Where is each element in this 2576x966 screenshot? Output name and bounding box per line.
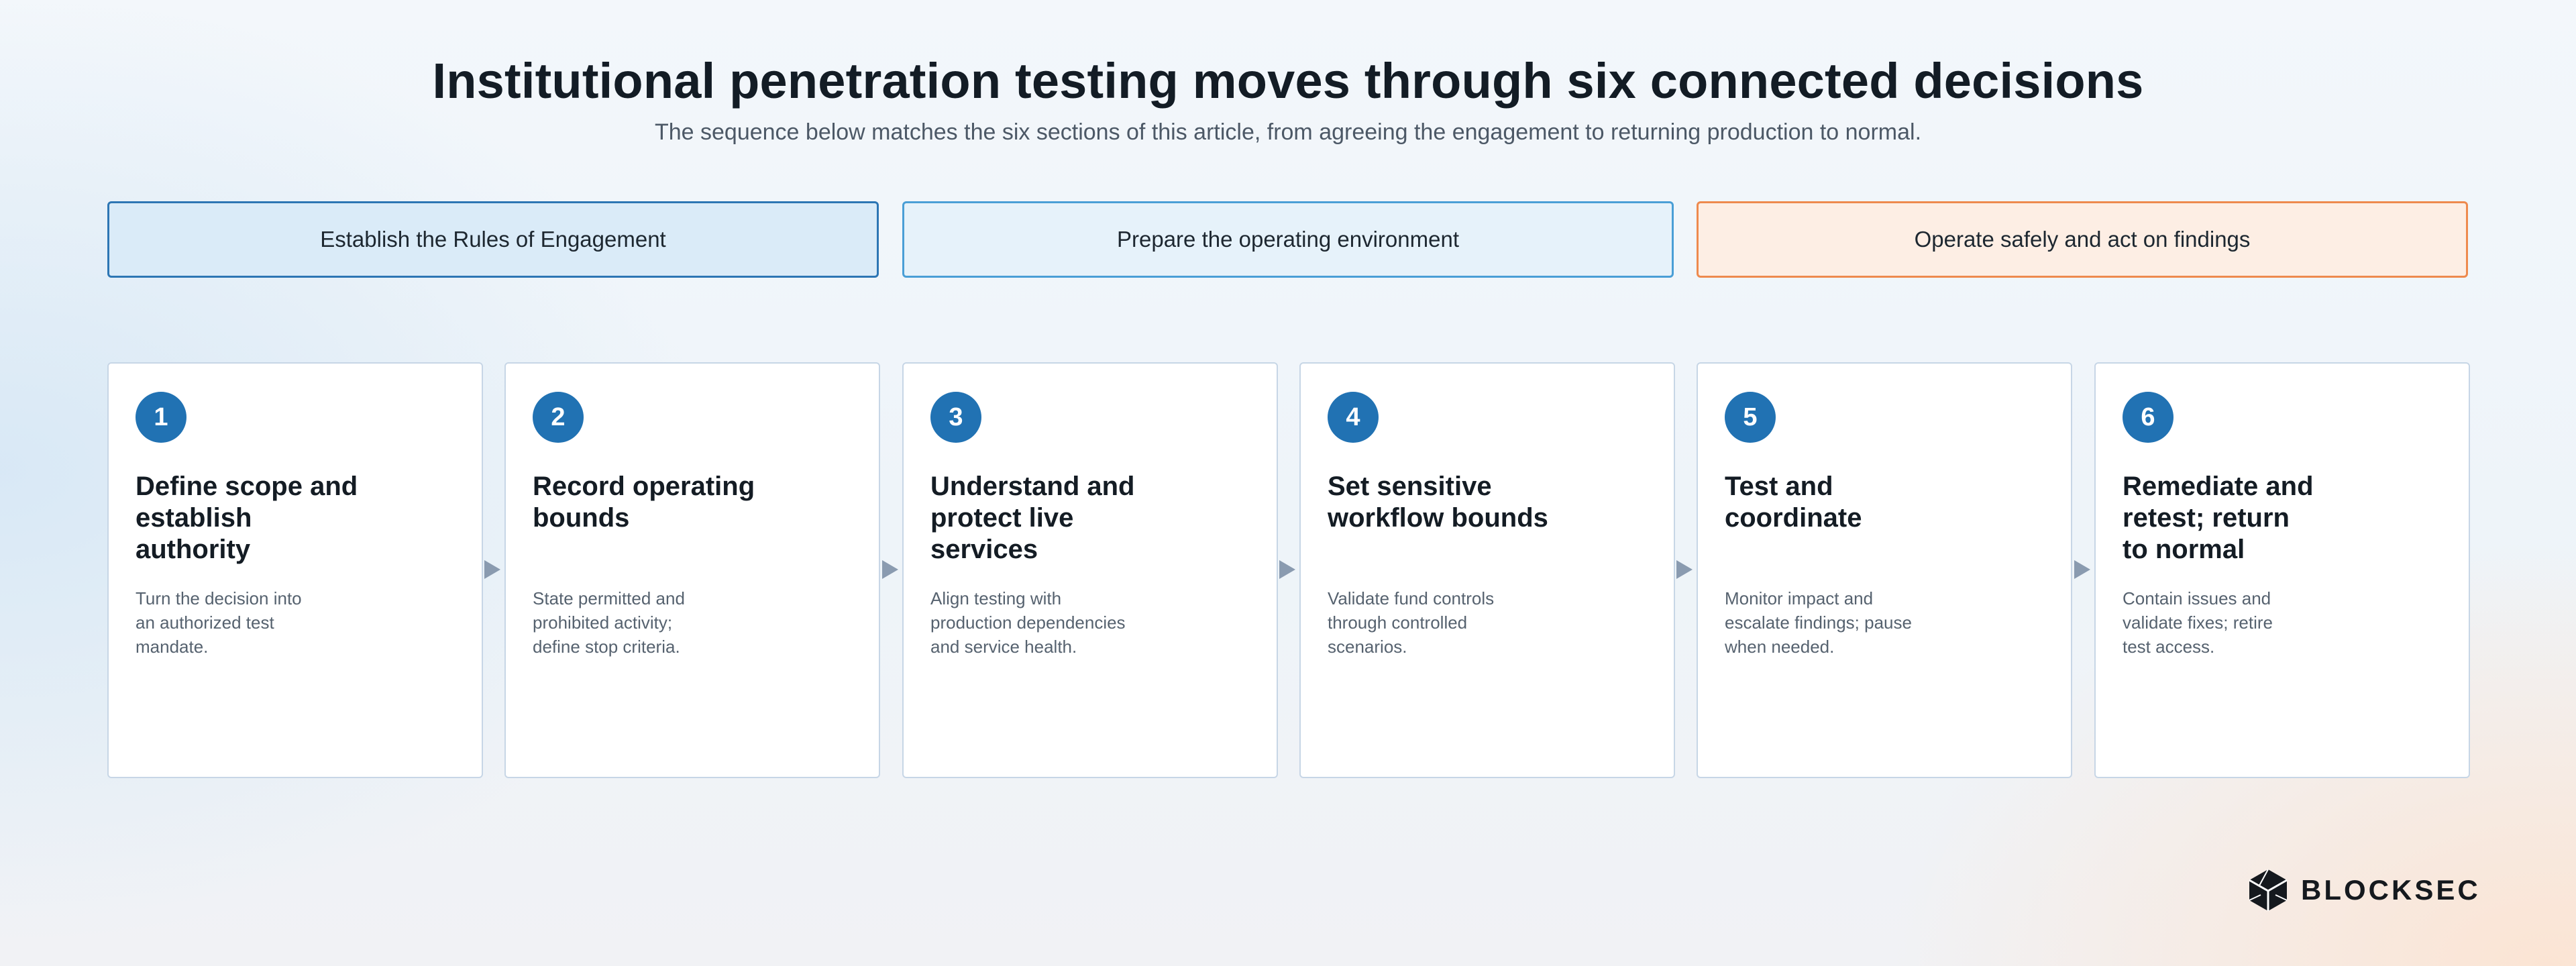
step-title: Remediate and retest; return to normal xyxy=(2123,472,2314,564)
step-number-badge: 4 xyxy=(1328,392,1379,443)
step-card-1: 1 Define scope and establish authority T… xyxy=(107,362,483,778)
step-card-2: 2 Record operating bounds State permitte… xyxy=(504,362,880,778)
phase-operate-safely: Operate safely and act on findings xyxy=(1697,201,2468,278)
step-description: State permitted and prohibited activity;… xyxy=(533,588,685,657)
arrow-right-icon xyxy=(1279,560,1295,579)
arrow-right-icon xyxy=(2074,560,2090,579)
step-description: Contain issues and validate fixes; retir… xyxy=(2123,588,2273,657)
step-description: Validate fund controls through controlle… xyxy=(1328,588,1495,657)
phase-rules-of-engagement: Establish the Rules of Engagement xyxy=(107,201,879,278)
brand-logo: BLOCKSEC xyxy=(2245,867,2481,914)
arrow-right-icon xyxy=(484,560,500,579)
blocksec-logo-icon xyxy=(2249,869,2288,911)
page-title: Institutional penetration testing moves … xyxy=(432,53,2144,109)
step-title: Set sensitive workflow bounds xyxy=(1328,472,1548,533)
step-number-badge: 3 xyxy=(930,392,981,443)
step-description: Monitor impact and escalate findings; pa… xyxy=(1725,588,1912,657)
brand-name: BLOCKSEC xyxy=(2301,874,2481,906)
phase-prepare-environment: Prepare the operating environment xyxy=(902,201,1674,278)
step-description: Align testing with production dependenci… xyxy=(930,588,1126,657)
step-card-6: 6 Remediate and retest; return to normal… xyxy=(2094,362,2470,778)
arrow-right-icon xyxy=(1676,560,1693,579)
arrow-right-icon xyxy=(882,560,898,579)
step-title: Define scope and establish authority xyxy=(136,472,358,564)
step-number-badge: 5 xyxy=(1725,392,1776,443)
step-number-badge: 6 xyxy=(2123,392,2174,443)
step-title: Test and coordinate xyxy=(1725,472,1862,533)
step-title: Record operating bounds xyxy=(533,472,755,533)
step-card-5: 5 Test and coordinate Monitor impact and… xyxy=(1697,362,2072,778)
step-card-3: 3 Understand and protect live services A… xyxy=(902,362,1278,778)
step-title: Understand and protect live services xyxy=(930,472,1135,564)
step-number-badge: 2 xyxy=(533,392,584,443)
step-description: Turn the decision into an authorized tes… xyxy=(136,588,302,657)
step-number-badge: 1 xyxy=(136,392,186,443)
step-card-4: 4 Set sensitive workflow bounds Validate… xyxy=(1299,362,1675,778)
page-subtitle: The sequence below matches the six secti… xyxy=(654,119,1922,145)
